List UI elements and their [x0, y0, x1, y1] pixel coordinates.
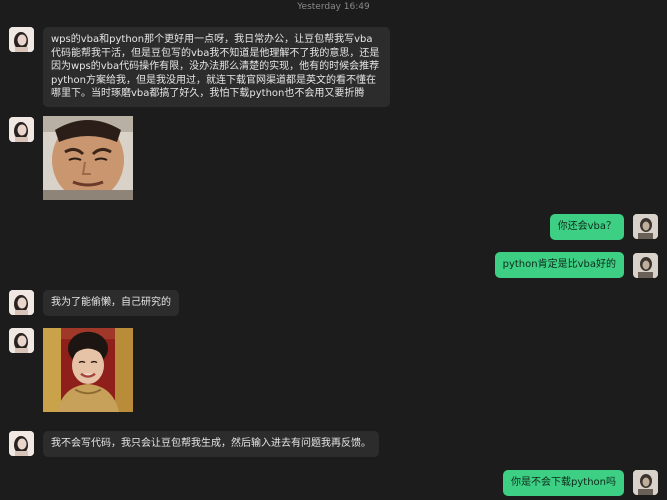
chat-window: Yesterday 16:49 wps的vba和python那个更好用一点呀，我…	[0, 0, 667, 500]
contact-avatar[interactable]	[9, 431, 34, 456]
contact-avatar[interactable]	[9, 290, 34, 315]
grimacing-man-image[interactable]	[43, 116, 133, 200]
user-avatar[interactable]	[633, 214, 658, 239]
message-bubble-self[interactable]: 你还会vba？	[549, 214, 624, 240]
smiling-woman-image[interactable]	[43, 328, 133, 412]
message-bubble[interactable]: 我为了能偷懒，自己研究的	[43, 290, 179, 316]
message-bubble[interactable]: wps的vba和python那个更好用一点呀，我日常办公，让豆包帮我写vba代码…	[43, 27, 390, 107]
message-timestamp: Yesterday 16:49	[297, 2, 370, 12]
user-avatar[interactable]	[633, 253, 658, 278]
message-bubble[interactable]: 我不会写代码，我只会让豆包帮我生成，然后输入进去有问题我再反馈。	[43, 431, 379, 457]
contact-avatar[interactable]	[9, 27, 34, 52]
user-avatar[interactable]	[633, 470, 658, 495]
message-bubble-self[interactable]: 你是不会下载python吗	[503, 470, 624, 496]
contact-avatar[interactable]	[9, 117, 34, 142]
contact-avatar[interactable]	[9, 328, 34, 353]
message-bubble-self[interactable]: python肯定是比vba好的	[494, 252, 624, 278]
